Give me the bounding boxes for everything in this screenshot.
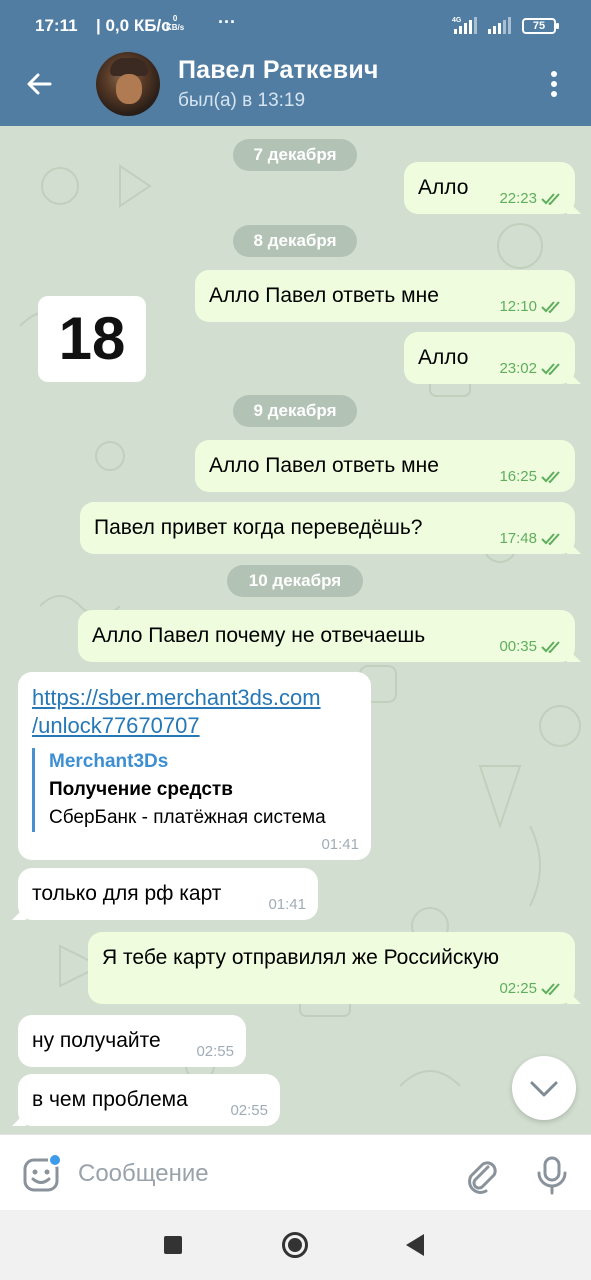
message-text: Алло <box>418 176 469 199</box>
read-checkmarks-icon <box>541 982 560 995</box>
message-bubble-in[interactable]: только для рф карт 01:41 <box>12 868 318 920</box>
message-composer <box>0 1134 591 1210</box>
paperclip-icon[interactable] <box>464 1155 500 1195</box>
date-separator: 10 декабря <box>227 565 363 597</box>
status-bar: 17:11 | 0,0 КБ/с 0 KB/s ··· 4G 75 <box>0 0 591 42</box>
message-text: Павел привет когда переведёшь? <box>94 516 423 539</box>
message-time: 02:25 <box>499 980 537 997</box>
read-checkmarks-icon <box>541 470 560 483</box>
message-meta: 02:55 <box>196 1043 234 1060</box>
date-separator: 8 декабря <box>233 225 357 257</box>
message-meta: 02:55 <box>230 1102 268 1119</box>
status-network-speed: | 0,0 КБ/с <box>96 16 171 35</box>
message-bubble-out[interactable]: Алло 22:23 <box>404 162 581 214</box>
message-meta: 16:25 <box>499 468 563 485</box>
message-meta: 12:10 <box>499 298 563 315</box>
microphone-icon[interactable] <box>532 1155 572 1195</box>
message-meta: 23:02 <box>499 360 563 377</box>
message-meta: 00:35 <box>499 638 563 655</box>
read-checkmarks-icon <box>541 192 560 205</box>
message-text: Алло Павел почему не отвечаешь <box>92 624 426 647</box>
message-bubble-out[interactable]: Алло 23:02 <box>404 332 581 384</box>
day-badge: 18 <box>38 296 146 382</box>
message-link[interactable]: https://sber.merchant3ds.com /unlock7767… <box>32 684 321 740</box>
message-meta: 22:23 <box>499 190 563 207</box>
battery-icon: 75 <box>522 18 559 34</box>
message-text: Алло <box>418 346 469 369</box>
home-icon[interactable] <box>282 1232 308 1258</box>
message-bubble-out[interactable]: Павел привет когда переведёшь? 17:48 <box>80 502 581 554</box>
message-bubble-out[interactable]: Алло Павел ответь мне 12:10 <box>195 270 575 322</box>
system-navigation-bar <box>0 1210 591 1280</box>
message-time: 23:02 <box>499 360 537 377</box>
message-meta: 01:41 <box>268 896 306 913</box>
contact-name[interactable]: Павел Раткевич <box>178 56 379 85</box>
message-text: только для рф карт <box>32 882 222 905</box>
notification-dot <box>48 1153 62 1167</box>
link-preview[interactable]: Merchant3Ds Получение средств СберБанк -… <box>32 748 326 832</box>
status-more-icon: ··· <box>218 12 236 32</box>
signal-icon: 4G <box>452 17 511 34</box>
read-checkmarks-icon <box>541 300 560 313</box>
message-time: 01:41 <box>268 896 306 913</box>
back-triangle-icon[interactable] <box>406 1234 424 1256</box>
read-checkmarks-icon <box>541 362 560 375</box>
message-text: Алло Павел ответь мне <box>209 284 439 307</box>
message-meta: 01:41 <box>321 836 359 853</box>
message-time: 01:41 <box>321 836 359 853</box>
chevron-down-icon <box>530 1081 558 1097</box>
message-bubble-in[interactable]: ну получайте 02:55 <box>18 1015 246 1067</box>
message-text: ну получайте <box>32 1029 161 1052</box>
recents-icon[interactable] <box>164 1236 182 1254</box>
message-time: 02:55 <box>196 1043 234 1060</box>
chat-header: Павел Раткевич был(а) в 13:19 <box>0 42 591 126</box>
read-checkmarks-icon <box>541 640 560 653</box>
message-bubble-in-link[interactable]: https://sber.merchant3ds.com /unlock7767… <box>18 672 371 860</box>
preview-site-name: Merchant3Ds <box>49 751 169 772</box>
message-bubble-out[interactable]: Алло Павел почему не отвечаешь 00:35 <box>78 610 581 662</box>
message-input[interactable] <box>78 1157 438 1191</box>
message-bubble-out[interactable]: Алло Павел ответь мне 16:25 <box>195 440 575 492</box>
message-time: 16:25 <box>499 468 537 485</box>
preview-description: СберБанк - платёжная система <box>49 807 326 828</box>
message-time: 02:55 <box>230 1102 268 1119</box>
read-checkmarks-icon <box>541 532 560 545</box>
back-arrow-icon[interactable] <box>22 66 58 102</box>
status-time: 17:11 <box>35 16 78 35</box>
more-vertical-icon[interactable] <box>542 66 566 102</box>
avatar[interactable] <box>96 52 160 116</box>
message-text: Алло Павел ответь мне <box>209 454 439 477</box>
message-meta: 02:25 <box>499 980 563 997</box>
svg-text:4G: 4G <box>452 17 462 24</box>
date-separator: 9 декабря <box>233 395 357 427</box>
scroll-down-button[interactable] <box>512 1056 576 1120</box>
message-time: 17:48 <box>499 530 537 547</box>
date-separator: 7 декабря <box>233 139 357 171</box>
message-time: 00:35 <box>499 638 537 655</box>
message-bubble-out[interactable]: Я тебе карту отправилял же Российскую 02… <box>88 932 581 1004</box>
message-meta: 17:48 <box>499 530 563 547</box>
message-bubble-in[interactable]: в чем проблема 02:55 <box>12 1074 280 1126</box>
last-seen-status: был(а) в 13:19 <box>178 90 306 111</box>
message-text: в чем проблема <box>32 1088 188 1111</box>
chat-area[interactable]: 18 7 декабря Алло 22:23 8 декабря Алло П… <box>0 126 591 1134</box>
message-text: Я тебе карту отправилял же Российскую <box>102 946 499 969</box>
status-kbs: 0 KB/s <box>166 14 185 32</box>
message-time: 12:10 <box>499 298 537 315</box>
preview-title: Получение средств <box>49 779 233 800</box>
message-time: 22:23 <box>499 190 537 207</box>
